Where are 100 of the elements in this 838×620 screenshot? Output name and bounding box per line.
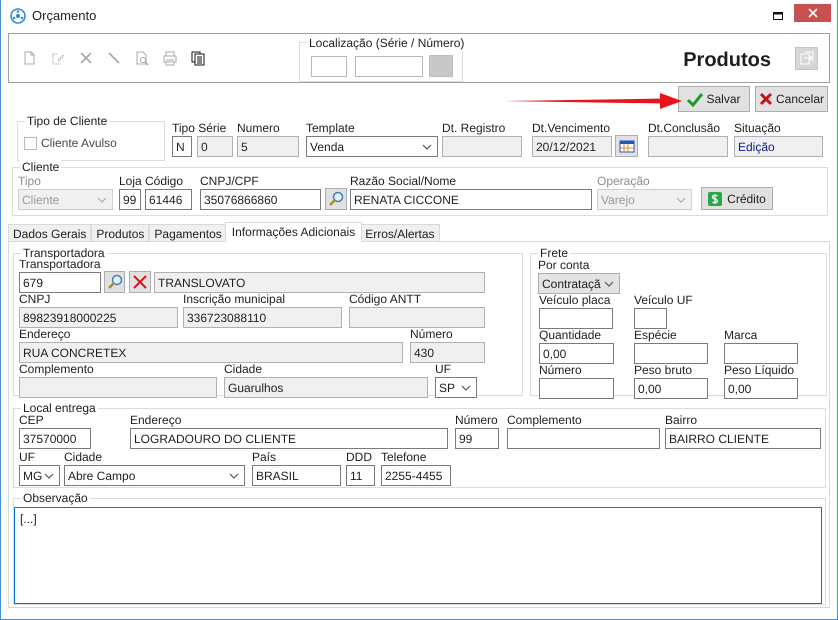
text-field[interactable] [539, 308, 613, 329]
checkbox[interactable]: Cliente Avulso [24, 134, 117, 152]
field-label: CEP [19, 413, 44, 428]
field-label: Veículo UF [634, 293, 693, 308]
dropdown[interactable]: MG [19, 465, 60, 486]
text-field[interactable]: 35076866860 [200, 189, 321, 210]
text-field[interactable] [349, 307, 485, 328]
export-button[interactable] [795, 46, 818, 70]
field-label: Inscrição municipal [183, 292, 286, 307]
text-field[interactable]: Guarulhos [224, 377, 428, 398]
tab[interactable]: Erros/Alertas [360, 224, 440, 242]
field-label: Numero [237, 121, 280, 136]
money-icon [708, 192, 722, 206]
text-field[interactable]: 0 [197, 136, 233, 157]
tab[interactable]: Pagamentos [149, 224, 227, 242]
tool-button[interactable] [191, 50, 205, 66]
close-button[interactable] [794, 4, 831, 22]
credit-button[interactable]: Crédito [701, 187, 773, 210]
maximize-icon [773, 12, 783, 20]
text-field[interactable]: 0,00 [539, 343, 614, 364]
chevron-icon [44, 472, 54, 478]
group-title: Local entrega [21, 401, 98, 415]
save-button[interactable]: Salvar [678, 86, 750, 112]
dropdown[interactable]: Abre Campo [64, 465, 245, 486]
calendar-button[interactable] [615, 135, 638, 157]
tab[interactable]: Dados Gerais [8, 224, 92, 242]
window-title: Orçamento [32, 6, 96, 25]
notes-textarea[interactable]: [...] [14, 507, 822, 604]
dropdown[interactable]: Contrataçã [538, 273, 620, 294]
field-label: Número [410, 327, 453, 342]
field-label: Tipo Série [172, 121, 226, 136]
edit-icon [51, 50, 65, 66]
field-label: Espécie [634, 328, 677, 343]
text-field[interactable]: LOGRADOURO DO CLIENTE [130, 428, 448, 449]
delete-icon [79, 50, 93, 66]
text-field[interactable] [539, 378, 614, 399]
tab[interactable]: Informações Adicionais [224, 222, 362, 242]
pen-icon [107, 50, 121, 66]
field-label: Template [306, 121, 355, 136]
text-field[interactable]: 89823918000225 [19, 307, 178, 328]
text-field[interactable] [724, 343, 798, 364]
field-label: Endereço [19, 327, 70, 342]
field-label: Endereço [130, 413, 182, 428]
number-field[interactable] [355, 56, 423, 76]
field-label: Razão Social/Nome [350, 174, 456, 189]
field-label: CNPJ [19, 292, 50, 307]
chevron-icon [461, 384, 471, 390]
field-label: País [252, 450, 276, 465]
text-field[interactable]: N [172, 136, 192, 157]
search-icon [328, 191, 344, 207]
text-field[interactable]: 61446 [145, 189, 192, 210]
text-field[interactable]: 20/12/2021 [532, 136, 612, 157]
text-field[interactable] [648, 136, 728, 157]
field-label: Cidade [224, 362, 262, 377]
text-field[interactable] [19, 377, 217, 398]
dropdown[interactable]: Venda [306, 136, 438, 157]
field-label: Código [145, 174, 184, 189]
dropdown[interactable]: SP [435, 377, 477, 398]
text-field[interactable]: 430 [410, 342, 485, 363]
text-field[interactable]: TRANSLOVATO [154, 272, 485, 293]
text-field[interactable]: BAIRRO CLIENTE [665, 428, 821, 449]
text-field[interactable] [507, 428, 660, 449]
field-label: Marca [724, 328, 758, 343]
chevron-icon [604, 280, 614, 286]
text-field[interactable]: 37570000 [19, 428, 91, 449]
text-field[interactable]: 2255-4455 [381, 465, 451, 486]
cancel-button[interactable]: Cancelar [755, 86, 828, 112]
clear-button[interactable] [129, 271, 151, 293]
preview-icon [135, 50, 149, 66]
field-label: Dt.Conclusão [648, 121, 720, 136]
tab[interactable]: Produtos [91, 224, 150, 242]
field-label: Veículo placa [539, 293, 610, 308]
export-icon [800, 51, 814, 65]
page-heading: Produtos [683, 48, 771, 73]
text-field[interactable]: 99 [119, 189, 141, 210]
app-icon [10, 8, 26, 24]
text-field[interactable]: 11 [346, 465, 375, 486]
text-field[interactable]: 5 [237, 136, 299, 157]
calendar-icon [618, 138, 634, 154]
chevron-icon [676, 196, 686, 202]
text-field[interactable] [634, 343, 708, 364]
text-field[interactable] [442, 136, 522, 157]
text-field[interactable]: 99 [455, 428, 499, 449]
field-label: Peso bruto [634, 363, 692, 378]
text-field[interactable]: 0,00 [634, 378, 708, 399]
group-title: Observação [21, 491, 90, 505]
field-label: UF [435, 362, 451, 377]
text-field[interactable]: 336723088110 [183, 307, 342, 328]
text-field[interactable]: RENATA CICCONE [350, 189, 592, 210]
text-field[interactable]: 679 [19, 272, 101, 293]
series-field[interactable] [311, 56, 347, 76]
text-field[interactable] [634, 308, 667, 329]
chevron-icon [97, 196, 107, 202]
field-label: Código ANTT [349, 292, 422, 307]
text-field[interactable]: 0,00 [724, 378, 798, 399]
close-icon [758, 92, 773, 106]
text-field[interactable]: RUA CONCRETEX [19, 342, 403, 363]
text-field[interactable]: BRASIL [252, 465, 341, 486]
group-title: Tipo de Cliente [25, 114, 110, 128]
document-icon [23, 50, 37, 66]
